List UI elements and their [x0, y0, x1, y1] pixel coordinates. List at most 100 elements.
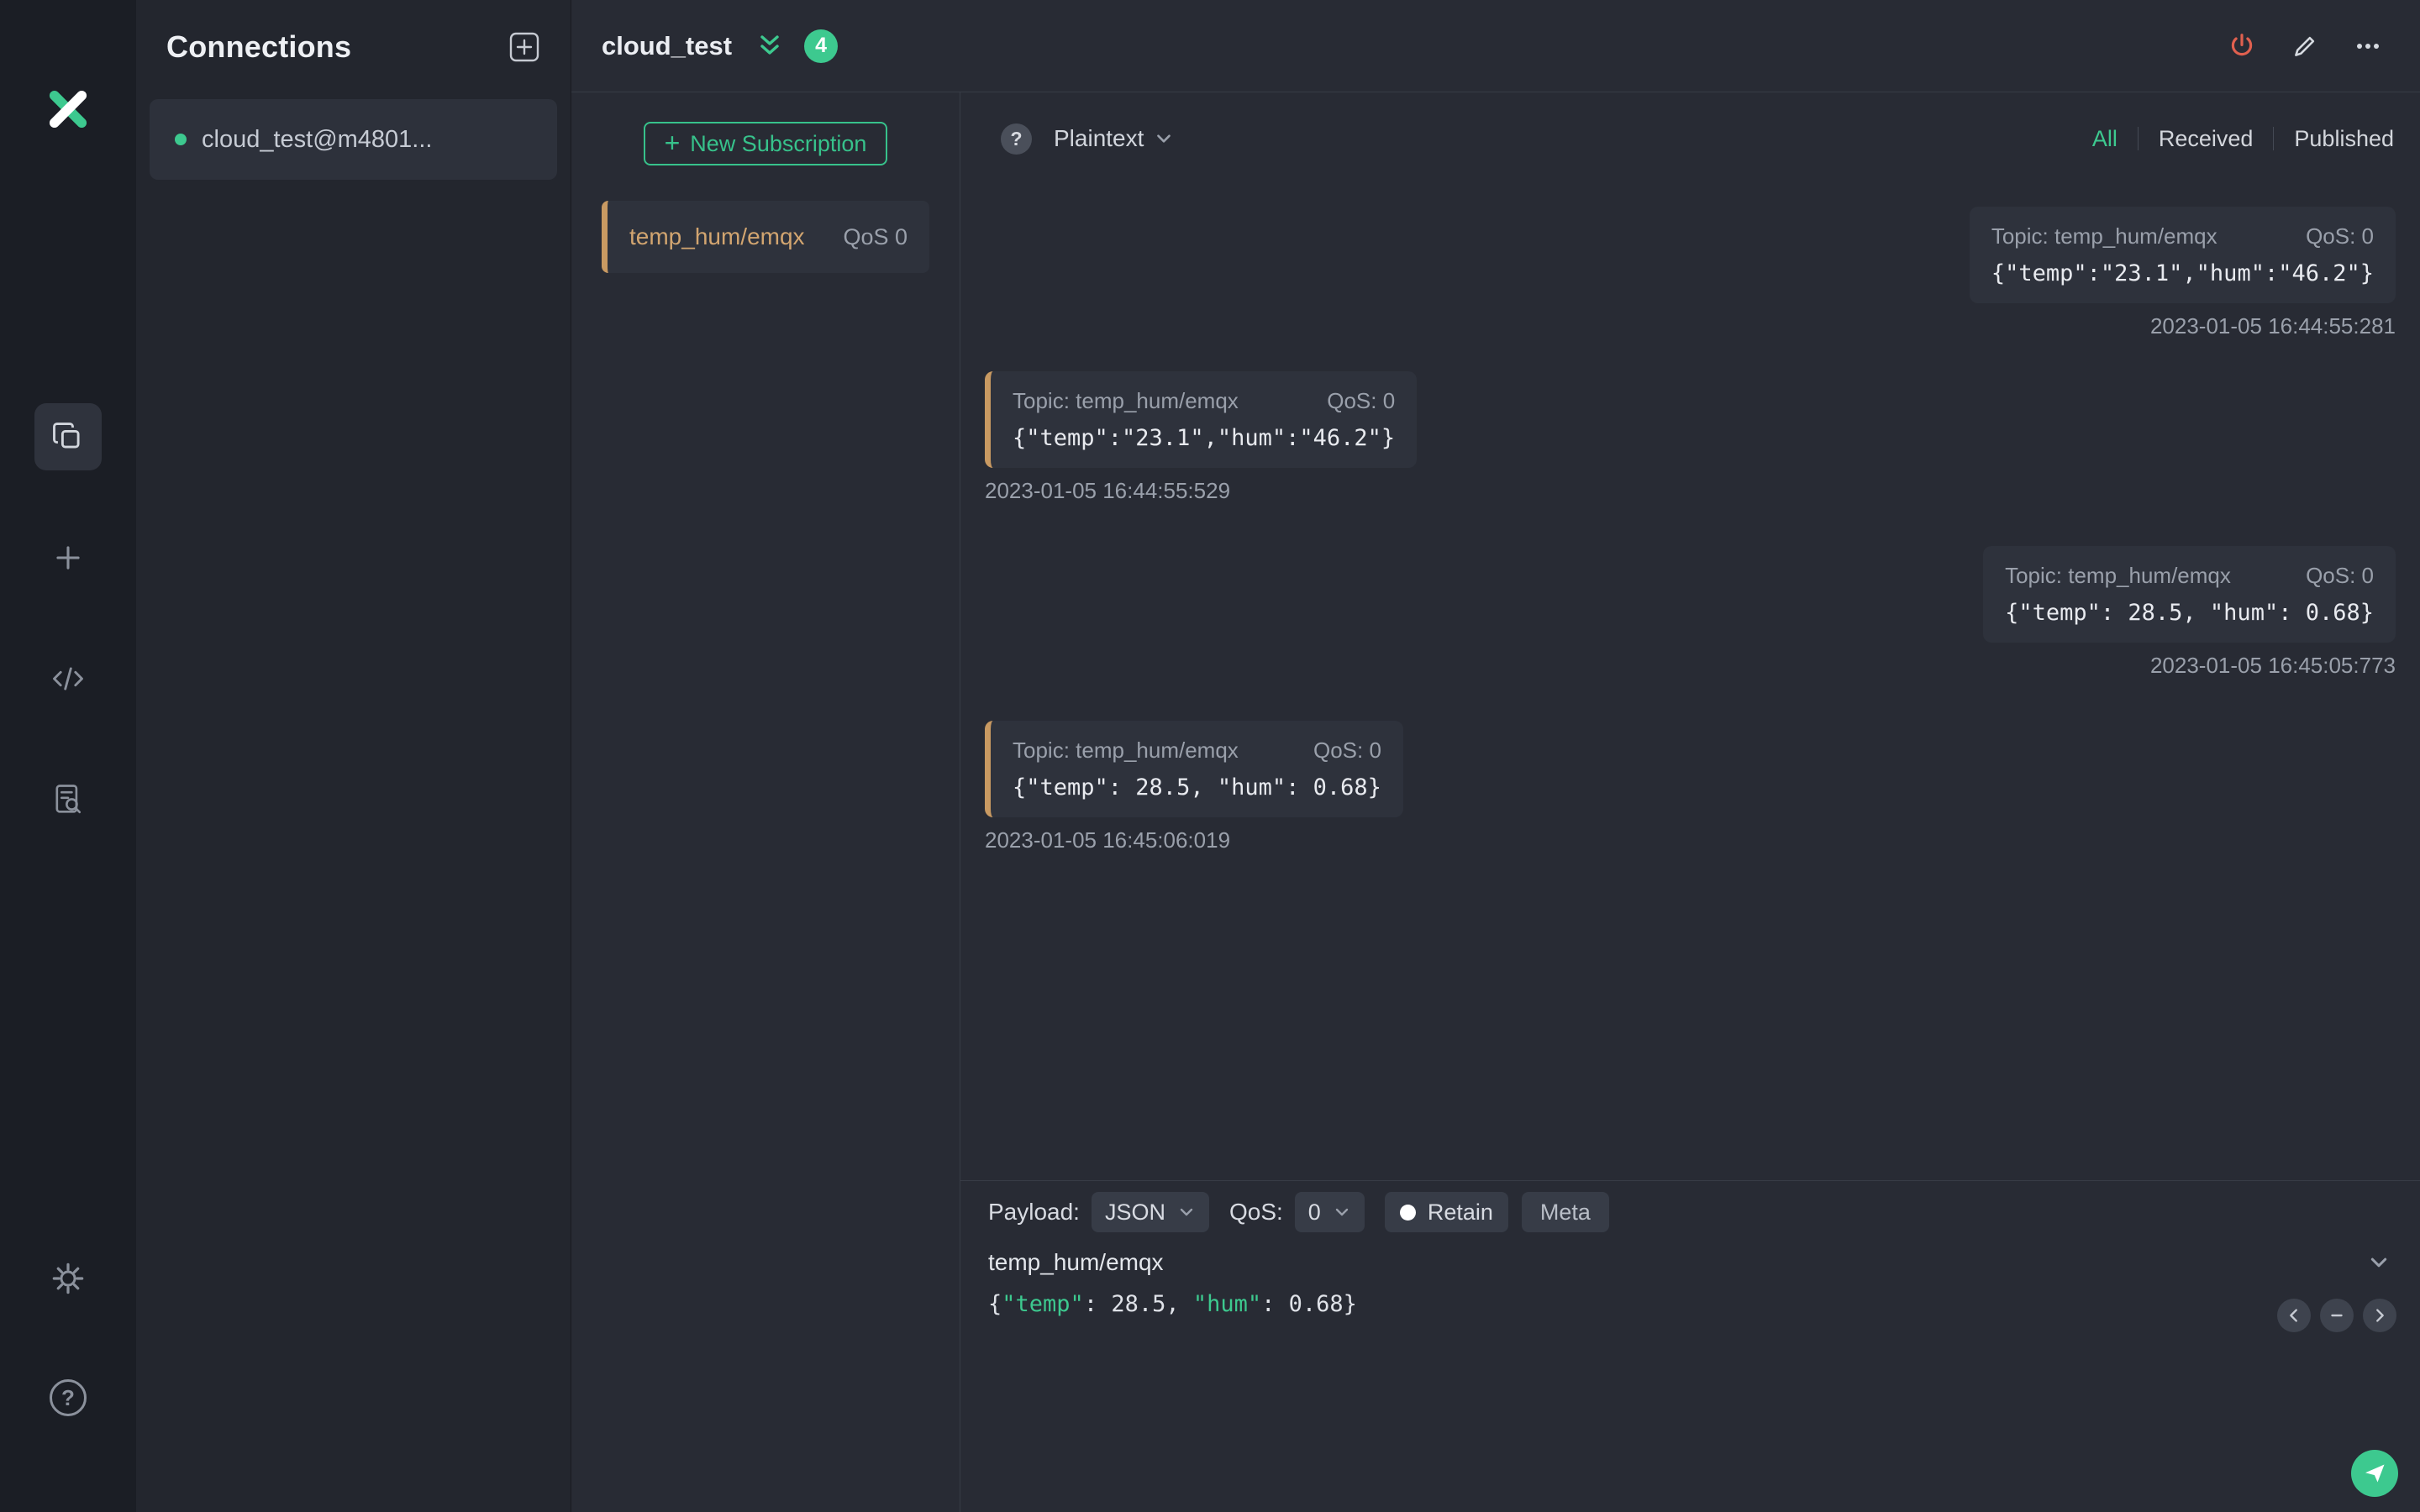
- nav-settings-button[interactable]: [34, 1245, 102, 1312]
- connections-panel: Connections cloud_test@m4801...: [136, 0, 571, 1512]
- message-card: Topic: temp_hum/emqx QoS: 0 {"temp": 28.…: [1983, 546, 2396, 643]
- connections-header: Connections: [136, 0, 571, 94]
- filter-published[interactable]: Published: [2294, 126, 2394, 152]
- payload-help-icon[interactable]: [1001, 123, 1032, 155]
- paper-plane-icon: [2365, 1464, 2385, 1483]
- send-button[interactable]: [2351, 1450, 2398, 1497]
- new-subscription-button[interactable]: + New Subscription: [644, 122, 887, 165]
- message-topic: Topic: temp_hum/emqx: [2005, 563, 2231, 588]
- connections-icon: [53, 423, 80, 449]
- subscription-topic: temp_hum/emqx: [629, 223, 805, 249]
- qos-label: QoS:: [1228, 1199, 1283, 1225]
- message-payload: {"temp":"23.1","hum":"46.2"}: [1991, 260, 2374, 286]
- message-list: Topic: temp_hum/emqx QoS: 0 {"temp":"23.…: [960, 185, 2420, 1180]
- message-received: Topic: temp_hum/emqx QoS: 0 {"temp": 28.…: [985, 721, 2396, 853]
- subscription-item[interactable]: temp_hum/emqx QoS 0: [602, 201, 929, 273]
- next-payload-button[interactable]: [2363, 1299, 2396, 1332]
- message-qos: QoS: 0: [2306, 223, 2374, 249]
- message-timestamp: 2023-01-05 16:45:06:019: [985, 827, 1231, 853]
- previous-payload-button[interactable]: [2277, 1299, 2311, 1332]
- edit-connection-button[interactable]: [2291, 32, 2319, 60]
- nav-help-button[interactable]: [34, 1364, 102, 1431]
- message-timestamp: 2023-01-05 16:44:55:529: [985, 478, 1231, 503]
- add-connection-button[interactable]: [508, 31, 540, 63]
- filter-divider: [2273, 127, 2275, 150]
- expand-connection-button[interactable]: [755, 33, 784, 60]
- messages-toolbar: Plaintext All Received Published: [960, 92, 2420, 185]
- subscription-qos: QoS 0: [843, 223, 908, 249]
- mqttx-logo-icon: [49, 90, 87, 129]
- message-card-header: Topic: temp_hum/emqx QoS: 0: [1991, 223, 2374, 249]
- nav-connections-button[interactable]: [34, 403, 102, 470]
- message-format-dropdown[interactable]: Plaintext: [1054, 125, 1174, 152]
- meta-button[interactable]: Meta: [1521, 1192, 1609, 1232]
- qos-value: 0: [1307, 1199, 1321, 1225]
- arrow-left-icon: [2290, 1309, 2297, 1322]
- main-body: + New Subscription temp_hum/emqx QoS 0 P…: [571, 92, 2420, 1512]
- subscriptions-column: + New Subscription temp_hum/emqx QoS 0: [571, 92, 960, 1512]
- qos-select[interactable]: 0: [1294, 1192, 1365, 1232]
- payload-text: : 28.5,: [1083, 1291, 1193, 1317]
- message-filters: All Received Published: [2092, 126, 2394, 152]
- nav-log-button[interactable]: [34, 766, 102, 833]
- ellipsis-icon: [2357, 43, 2379, 49]
- retain-label: Retain: [1427, 1199, 1493, 1225]
- message-timestamp: 2023-01-05 16:44:55:281: [2149, 313, 2396, 339]
- double-chevron-down-icon: [760, 34, 779, 55]
- header-actions: [2227, 31, 2383, 61]
- payload-text: {: [988, 1291, 1002, 1317]
- pencil-icon: [2295, 36, 2315, 56]
- chevron-down-icon: [2370, 1257, 2387, 1268]
- nav-bottom-items: [34, 1245, 102, 1431]
- chevron-down-icon: [1180, 1208, 1193, 1216]
- code-icon: [53, 667, 83, 690]
- filter-all[interactable]: All: [2092, 126, 2118, 152]
- new-subscription-label: New Subscription: [690, 130, 867, 156]
- message-qos: QoS: 0: [2306, 563, 2374, 588]
- message-qos: QoS: 0: [1327, 388, 1396, 413]
- filter-received[interactable]: Received: [2159, 126, 2254, 152]
- filter-divider: [2137, 127, 2139, 150]
- clear-payload-button[interactable]: [2320, 1299, 2354, 1332]
- messages-area: Plaintext All Received Published: [960, 92, 2420, 1512]
- left-nav-rail: [0, 0, 136, 1512]
- message-received: Topic: temp_hum/emqx QoS: 0 {"temp":"23.…: [985, 371, 2396, 504]
- message-topic: Topic: temp_hum/emqx: [1991, 223, 2217, 249]
- message-payload: {"temp": 28.5, "hum": 0.68}: [2005, 600, 2374, 626]
- nav-items: [34, 403, 102, 833]
- message-card-header: Topic: temp_hum/emqx QoS: 0: [1013, 738, 1381, 764]
- publish-controls: Payload: JSON QoS: 0 Retain Meta: [988, 1192, 2392, 1232]
- log-icon: [55, 785, 82, 814]
- message-card: Topic: temp_hum/emqx QoS: 0 {"temp": 28.…: [985, 721, 1403, 817]
- payload-editor[interactable]: {"temp": 28.5, "hum": 0.68}: [988, 1291, 2392, 1321]
- message-published: Topic: temp_hum/emqx QoS: 0 {"temp": 28.…: [985, 546, 2396, 679]
- message-payload: {"temp": 28.5, "hum": 0.68}: [1013, 774, 1381, 801]
- publish-panel: Payload: JSON QoS: 0 Retain Meta temp_hu…: [960, 1180, 2420, 1512]
- chevron-down-icon: [1157, 134, 1171, 143]
- disconnect-button[interactable]: [2227, 31, 2257, 61]
- retain-toggle[interactable]: Retain: [1384, 1192, 1508, 1232]
- message-topic: Topic: temp_hum/emqx: [1013, 738, 1239, 763]
- help-icon: [50, 1379, 87, 1416]
- message-topic: Topic: temp_hum/emqx: [1013, 388, 1239, 413]
- gear-icon: [52, 1263, 84, 1294]
- message-card-header: Topic: temp_hum/emqx QoS: 0: [2005, 563, 2374, 589]
- message-card-header: Topic: temp_hum/emqx QoS: 0: [1013, 388, 1395, 414]
- plus-square-icon: [509, 32, 539, 62]
- connection-status-dot: [175, 134, 187, 145]
- topic-input[interactable]: temp_hum/emqx: [988, 1249, 1164, 1276]
- message-qos: QoS: 0: [1313, 738, 1381, 763]
- nav-script-button[interactable]: [34, 645, 102, 712]
- message-timestamp: 2023-01-05 16:45:05:773: [2149, 653, 2396, 678]
- nav-new-connection-button[interactable]: [34, 524, 102, 591]
- main-area: cloud_test 4 + New Subscription temp_hum…: [571, 0, 2420, 1512]
- payload-format-label: Payload:: [988, 1199, 1080, 1225]
- payload-format-select[interactable]: JSON: [1091, 1192, 1209, 1232]
- payload-key: "temp": [1002, 1291, 1084, 1317]
- payload-text: : 0.68}: [1261, 1291, 1357, 1317]
- connection-list-item[interactable]: cloud_test@m4801...: [150, 99, 557, 180]
- collapse-editor-button[interactable]: [2367, 1251, 2391, 1274]
- main-header: cloud_test 4: [571, 0, 2420, 92]
- chevron-down-icon: [1335, 1208, 1349, 1216]
- more-options-button[interactable]: [2353, 31, 2383, 61]
